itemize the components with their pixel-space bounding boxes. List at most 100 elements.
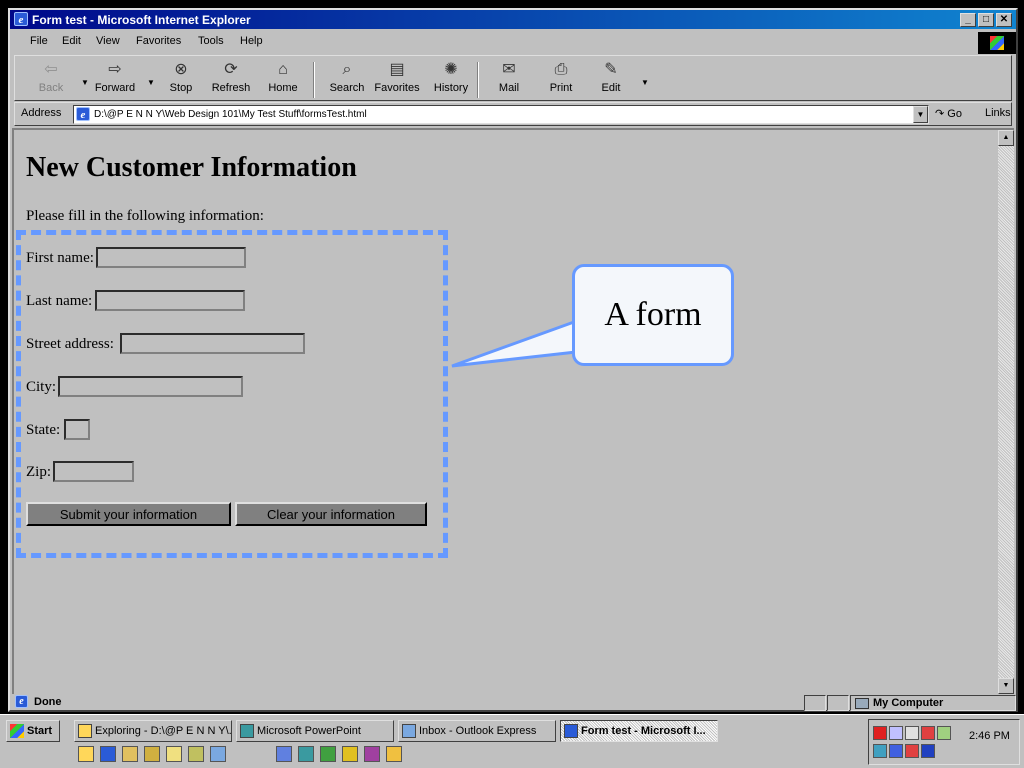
quicklaunch-ie-icon[interactable] <box>100 746 116 762</box>
state-input[interactable] <box>64 419 90 440</box>
zip-label: Zip: <box>26 464 51 480</box>
ie-task-icon <box>564 724 578 738</box>
windows-logo-throbber <box>978 32 1016 54</box>
vertical-scrollbar[interactable]: ▲ ▼ <box>998 130 1014 694</box>
zip-input[interactable] <box>53 461 134 482</box>
scroll-down-icon[interactable]: ▼ <box>998 678 1014 694</box>
task-powerpoint[interactable]: Microsoft PowerPoint <box>236 720 394 742</box>
start-button[interactable]: Start <box>6 720 60 742</box>
outlook-icon <box>402 724 416 738</box>
back-arrow-icon: ⇦ <box>44 61 58 78</box>
page-icon: e <box>76 107 90 121</box>
tray-network-icon[interactable] <box>889 726 903 740</box>
instructions-text: Please fill in the following information… <box>26 208 264 224</box>
quicklaunch-access-icon[interactable] <box>364 746 380 762</box>
edit-dropdown-icon[interactable]: ▼ <box>641 78 649 87</box>
history-button[interactable]: ✺ History <box>423 60 479 100</box>
mail-icon: ✉ <box>502 61 516 78</box>
ie-icon[interactable]: e <box>14 12 28 26</box>
favorites-button[interactable]: ▤ Favorites <box>369 60 425 100</box>
quicklaunch-excel-icon[interactable] <box>320 746 336 762</box>
quicklaunch-word-icon[interactable] <box>276 746 292 762</box>
first-name-input[interactable] <box>96 247 246 268</box>
minimize-button[interactable]: _ <box>960 13 976 27</box>
clock[interactable]: 2:46 PM <box>969 730 1010 742</box>
tray-battery-icon[interactable] <box>873 744 887 758</box>
address-value[interactable]: D:\@P E N N Y\Web Design 101\My Test Stu… <box>94 109 367 120</box>
menu-view[interactable]: View <box>96 35 120 47</box>
quicklaunch-desktop-icon[interactable] <box>188 746 204 762</box>
forward-button[interactable]: ⇨ Forward <box>87 60 143 100</box>
tray-messenger-icon[interactable] <box>921 744 935 758</box>
scroll-up-icon[interactable]: ▲ <box>998 130 1014 146</box>
mail-button[interactable]: ✉ Mail <box>481 60 537 100</box>
edit-icon: ✎ <box>604 61 618 78</box>
menu-favorites[interactable]: Favorites <box>136 35 181 47</box>
home-button[interactable]: ⌂ Home <box>255 60 311 100</box>
quicklaunch-key-icon[interactable] <box>342 746 358 762</box>
window-title: Form test - Microsoft Internet Explorer <box>32 13 251 27</box>
maximize-button[interactable]: □ <box>978 13 994 27</box>
callout-text: A form <box>604 296 702 333</box>
tray-antivirus-icon[interactable] <box>921 726 935 740</box>
city-label: City: <box>26 379 57 395</box>
printer-icon: ⎙ <box>554 61 568 78</box>
quicklaunch-mail-icon[interactable] <box>210 746 226 762</box>
taskbar: Start Exploring - D:\@P E N N Y\... Micr… <box>0 714 1024 768</box>
go-arrow-icon: ↷ <box>935 108 945 120</box>
title-bar[interactable]: e Form test - Microsoft Internet Explore… <box>10 10 1016 29</box>
street-address-input[interactable] <box>120 333 305 354</box>
quicklaunch-notes-icon[interactable] <box>166 746 182 762</box>
first-name-label: First name: <box>26 250 94 266</box>
city-input[interactable] <box>58 376 243 397</box>
favorites-folder-icon: ▤ <box>389 61 405 78</box>
task-form-test[interactable]: Form test - Microsoft I... <box>560 720 718 742</box>
explorer-folder-icon <box>78 724 92 738</box>
powerpoint-icon <box>240 724 254 738</box>
edit-button[interactable]: ✎ Edit <box>583 60 639 100</box>
stop-button[interactable]: ⊗ Stop <box>153 60 209 100</box>
back-button[interactable]: ⇦ Back <box>23 60 79 100</box>
address-dropdown-icon[interactable]: ▼ <box>913 106 928 123</box>
windows-flag-icon <box>10 724 24 738</box>
task-exploring[interactable]: Exploring - D:\@P E N N Y\... <box>74 720 232 742</box>
menu-file[interactable]: File <box>30 35 48 47</box>
clear-button[interactable]: Clear your information <box>235 502 427 526</box>
quicklaunch-explorer-icon[interactable] <box>78 746 94 762</box>
task-outlook[interactable]: Inbox - Outlook Express <box>398 720 556 742</box>
go-button[interactable]: ↷ Go <box>935 107 962 120</box>
address-bar: Address e D:\@P E N N Y\Web Design 101\M… <box>14 102 1012 126</box>
street-address-label: Street address: <box>26 336 114 352</box>
system-tray: 2:46 PM <box>868 719 1020 765</box>
home-icon: ⌂ <box>278 61 288 78</box>
page-title: New Customer Information <box>26 152 357 183</box>
quicklaunch-tool-icon[interactable] <box>122 746 138 762</box>
tray-n-icon[interactable] <box>873 726 887 740</box>
menu-help[interactable]: Help <box>240 35 263 47</box>
links-button[interactable]: Links <box>985 107 1011 119</box>
search-icon: ⌕ <box>342 61 352 78</box>
refresh-button[interactable]: ⟳ Refresh <box>203 60 259 100</box>
page-content: New Customer Information Please fill in … <box>12 128 1014 694</box>
history-icon: ✺ <box>444 61 458 78</box>
my-computer-icon <box>855 698 869 709</box>
security-zone: My Computer <box>850 695 1016 711</box>
status-page-icon: e <box>15 695 28 708</box>
submit-button[interactable]: Submit your information <box>26 502 231 526</box>
address-input[interactable]: e D:\@P E N N Y\Web Design 101\My Test S… <box>73 105 929 124</box>
close-button[interactable]: ✕ <box>996 13 1012 27</box>
print-button[interactable]: ⎙ Print <box>533 60 589 100</box>
menu-edit[interactable]: Edit <box>62 35 81 47</box>
tray-volume-icon[interactable] <box>905 726 919 740</box>
quicklaunch-powerpoint-icon[interactable] <box>298 746 314 762</box>
tray-ime-icon[interactable] <box>889 744 903 758</box>
last-name-input[interactable] <box>95 290 245 311</box>
quicklaunch-app-icon[interactable] <box>386 746 402 762</box>
toolbar: ⇦ Back ▼ ⇨ Forward ▼ ⊗ Stop ⟳ Refresh ⌂ Home … <box>14 55 1012 101</box>
menu-tools[interactable]: Tools <box>198 35 224 47</box>
tray-alert-icon[interactable] <box>905 744 919 758</box>
search-button[interactable]: ⌕ Search <box>319 60 375 100</box>
quicklaunch-folder-icon[interactable] <box>144 746 160 762</box>
callout-box: A form <box>572 264 734 366</box>
tray-monitor-icon[interactable] <box>937 726 951 740</box>
